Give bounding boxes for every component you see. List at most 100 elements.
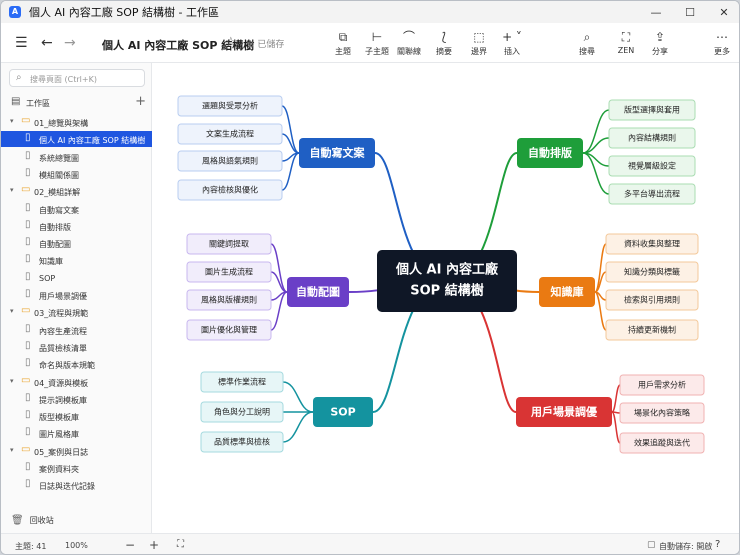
sidebar-page-item[interactable]: ▯ 自動排版 [1, 218, 152, 234]
sidebar-item-label: 系統總覽圖 [39, 153, 79, 163]
document-icon: ▯ [25, 201, 31, 213]
trash-item[interactable]: 🗑 回收站 [11, 515, 54, 526]
sidebar-folder[interactable]: ▾ ▭ 01_總覽與架構 [1, 114, 152, 130]
zoom-out-icon[interactable]: − [125, 538, 135, 552]
subtopic-label: 檢索與引用規則 [624, 295, 680, 305]
boundary-button[interactable]: ⬚ 邊界 [462, 29, 496, 57]
subtopic-label: 品質標準與檢核 [214, 437, 270, 447]
maximize-button[interactable]: ☐ [673, 1, 707, 23]
close-button[interactable]: ✕ [707, 1, 739, 23]
subtopic-label: 子主題 [365, 47, 389, 56]
sidebar-page-item[interactable]: ▯ 內容生產流程 [1, 322, 152, 338]
subtopic-label: 風格與版權規則 [201, 295, 257, 305]
sidebar-page-item[interactable]: ▯ 自動寫文案 [1, 201, 152, 217]
summary-button[interactable]: ⟅ 摘要 [427, 29, 461, 57]
autosave-icon: ▢ [647, 540, 656, 550]
minimize-button[interactable]: — [639, 1, 673, 23]
add-page-icon[interactable]: + [135, 94, 146, 109]
sidebar-page-item[interactable]: ▯ 品質檢核清單 [1, 339, 152, 355]
sidebar-folder[interactable]: ▾ ▭ 02_模組詳解 [1, 183, 152, 199]
sidebar-item-label: 提示詞模板庫 [39, 395, 87, 405]
subtopic-label: 圖片優化與管理 [201, 325, 257, 335]
subtopic-label: 多平台導出流程 [624, 189, 680, 199]
back-arrow-icon[interactable]: ← [41, 35, 53, 51]
sidebar-page-item[interactable]: ▯ 系統總覽圖 [1, 149, 152, 165]
document-icon: ▯ [25, 461, 31, 472]
workspace-header[interactable]: ▤ 工作區 + [10, 94, 148, 111]
sidebar-page-item[interactable]: ▯ 日誌與迭代記錄 [1, 477, 152, 493]
sidebar-page-item[interactable]: ▯ 模組關係圖 [1, 166, 152, 182]
subtopic-label: 內容檢核與優化 [202, 185, 258, 195]
mindmap-canvas[interactable]: 選題與受眾分析 文案生成流程 風格與語氣規則 內容檢核與優化 自動寫文案 版型選擇與套用內… [152, 63, 739, 533]
relationship-button[interactable]: ⌒ 關聯線 [392, 29, 426, 57]
branch-label: 自動寫文案 [310, 146, 366, 160]
sidebar-page-item[interactable]: ▯ SOP [1, 270, 152, 286]
folder-icon: ▭ [21, 443, 31, 455]
search-button[interactable]: ⌕ 搜尋 [570, 29, 604, 57]
sidebar-page-item[interactable]: ▯ 提示詞模板庫 [1, 391, 152, 407]
leaf-connector [594, 291, 607, 331]
sidebar-page-item[interactable]: ▯ 命名與版本規範 [1, 356, 152, 372]
sidebar-search-input[interactable]: ⌕ 搜尋頁面 (Ctrl+K) [9, 69, 145, 87]
chevron-down-icon[interactable]: ▾ [10, 186, 14, 194]
share-label: 分享 [652, 47, 668, 56]
folder-icon: ▭ [21, 184, 31, 196]
sidebar-folder[interactable]: ▾ ▭ 05_案例與日誌 [1, 443, 152, 459]
sidebar-page-item[interactable]: ▯ 用戶場景調優 [1, 287, 152, 303]
topic-count: 主題: 41 [15, 542, 47, 551]
share-button[interactable]: ⇪ 分享 [643, 29, 677, 57]
zoom-in-icon[interactable]: + [149, 538, 159, 552]
subtopic-label: 效果追蹤與迭代 [634, 438, 690, 448]
check-circle-icon: ⊘ [247, 40, 255, 50]
chevron-down-icon[interactable]: ▾ [10, 117, 14, 125]
sidebar-page-item[interactable]: ▯ 個人 AI 內容工廠 SOP 結構樹 [1, 131, 152, 148]
leaf-connector [282, 381, 314, 413]
leaf-connector [282, 411, 314, 443]
folder-icon: ▭ [21, 374, 31, 386]
menu-icon[interactable]: ☰ [15, 35, 28, 51]
document-icon: ▯ [25, 270, 31, 282]
sidebar-item-label: 03_流程與規範 [34, 309, 89, 319]
share-icon: ⇪ [654, 30, 666, 44]
sidebar-item-label: 自動配圖 [39, 240, 71, 250]
chevron-down-icon[interactable]: ▾ [10, 377, 14, 385]
trash-label: 回收站 [29, 516, 54, 525]
chevron-down-icon[interactable]: ▾ [10, 307, 14, 315]
insert-button[interactable]: + ˅ 插入 [495, 29, 529, 57]
sidebar-page-item[interactable]: ▯ 版型模板庫 [1, 408, 152, 424]
subtopic-label: 資料收集與整理 [624, 239, 680, 249]
sidebar-item-label: 知識庫 [39, 257, 63, 267]
insert-label: 插入 [504, 47, 520, 56]
sidebar-page-item[interactable]: ▯ 知識庫 [1, 252, 152, 268]
subtopic-label: 場景化內容策略 [634, 408, 690, 418]
toolbar: ☰ ← → 個人 AI 內容工廠 SOP 結構樹 ☆ ⊘ 已儲存 ⧉ 主題 ⊢ 子主… [1, 23, 739, 63]
document-icon: ▯ [25, 218, 31, 230]
zoom-level[interactable]: 100% [65, 541, 88, 550]
more-button[interactable]: ⋯ 更多 [705, 29, 739, 57]
summary-icon: ⟅ [441, 30, 447, 44]
zen-button[interactable]: ⛶ ZEN [609, 29, 643, 55]
forward-arrow-icon[interactable]: → [64, 35, 76, 51]
star-icon[interactable]: ☆ [225, 35, 237, 50]
topic-button[interactable]: ⧉ 主題 [326, 29, 360, 57]
chevron-down-icon[interactable]: ▾ [10, 446, 14, 454]
root-node[interactable] [377, 250, 517, 312]
document-icon: ▯ [25, 478, 31, 490]
fit-screen-icon[interactable]: ⛶ [177, 539, 184, 550]
relationship-icon: ⌒ [402, 30, 415, 44]
root-title-line2: SOP 結構樹 [410, 283, 483, 299]
sidebar-page-item[interactable]: ▯ 案例資料夾 [1, 460, 152, 476]
subtopic-button[interactable]: ⊢ 子主題 [360, 29, 394, 57]
sidebar-page-item[interactable]: ▯ 圖片風格庫 [1, 425, 152, 441]
mindmap-svg: 選題與受眾分析文案生成流程風格與語氣規則內容檢核與優化 自動寫文案 版型選擇與套用內… [177, 95, 705, 454]
sidebar-folder[interactable]: ▾ ▭ 03_流程與規範 [1, 304, 152, 320]
sidebar-item-label: 05_案例與日誌 [34, 447, 89, 457]
sidebar-folder[interactable]: ▾ ▭ 04_資源與模板 [1, 374, 152, 390]
leaf-connector [281, 105, 300, 154]
zen-label: ZEN [617, 46, 635, 55]
sidebar-item-label: 版型模板庫 [39, 413, 79, 423]
help-icon[interactable]: ? [715, 539, 720, 550]
document-icon: ▯ [25, 288, 31, 299]
sidebar-page-item[interactable]: ▯ 自動配圖 [1, 235, 152, 251]
title-bar: A 個人 AI 內容工廠 SOP 結構樹 - 工作區 — ☐ ✕ [1, 1, 739, 23]
